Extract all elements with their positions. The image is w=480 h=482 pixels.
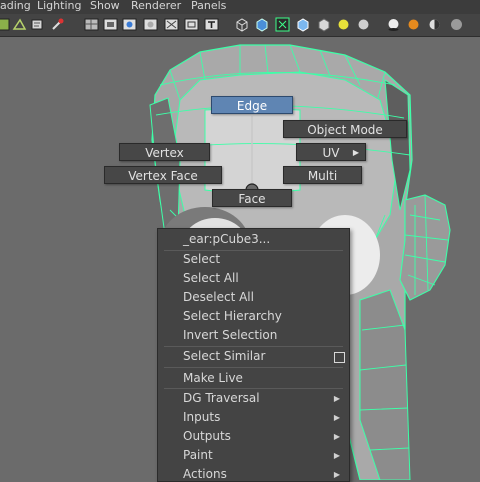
isolate-icon[interactable] <box>275 17 290 32</box>
menu-item-dg-traversal[interactable]: DG Traversal <box>183 391 260 406</box>
marking-object-mode[interactable]: Object Mode <box>283 120 407 138</box>
menu-item-select-hierarchy[interactable]: Select Hierarchy <box>183 309 282 324</box>
3d-viewport[interactable]: Edge Object Mode Vertex UV ▶ Vertex Face… <box>0 37 480 482</box>
menu-show[interactable]: Show <box>90 0 120 12</box>
context-menu: _ear:pCube3... Select Select All Deselec… <box>157 228 350 482</box>
menu-item-select-all[interactable]: Select All <box>183 271 239 286</box>
menu-lighting[interactable]: Lighting <box>37 0 81 12</box>
menu-renderer[interactable]: Renderer <box>131 0 181 12</box>
menu-item-invert-selection[interactable]: Invert Selection <box>183 328 277 343</box>
gray-sphere-icon[interactable] <box>427 17 442 32</box>
orange-sphere-icon[interactable] <box>386 17 401 32</box>
submenu-arrow-icon: ▶ <box>333 432 340 441</box>
marking-vertex-face[interactable]: Vertex Face <box>104 166 222 184</box>
contrast-icon[interactable] <box>406 17 421 32</box>
menu-item-inputs[interactable]: Inputs <box>183 410 220 425</box>
cube-shaded-icon[interactable] <box>254 17 269 32</box>
lasso-icon[interactable] <box>30 17 45 32</box>
frame-icon[interactable] <box>184 17 199 32</box>
sphere-gray-icon[interactable] <box>449 17 464 32</box>
option-box-icon[interactable] <box>334 352 345 363</box>
select-vertex-icon[interactable] <box>12 17 27 32</box>
menu-header: _ear:pCube3... <box>183 232 271 246</box>
marking-uv[interactable]: UV ▶ <box>296 143 366 161</box>
wireframe-icon[interactable] <box>84 17 99 32</box>
menu-bar: ading Lighting Show Renderer Panels <box>0 0 480 14</box>
menu-item-paint[interactable]: Paint <box>183 448 213 463</box>
menu-item-select-similar[interactable]: Select Similar <box>183 349 265 364</box>
submenu-arrow-icon: ▶ <box>333 451 340 460</box>
menu-shading[interactable]: ading <box>0 0 31 12</box>
menu-divider <box>164 367 343 368</box>
marking-face[interactable]: Face <box>212 189 292 207</box>
film-gate-icon[interactable] <box>103 17 118 32</box>
submenu-arrow-icon: ▶ <box>333 394 340 403</box>
paint-icon[interactable] <box>50 17 65 32</box>
menu-panels[interactable]: Panels <box>191 0 226 12</box>
menu-divider <box>164 388 343 389</box>
submenu-arrow-icon: ▶ <box>333 413 340 422</box>
cube-wire-icon[interactable] <box>234 17 249 32</box>
camera-icon[interactable] <box>122 17 137 32</box>
marking-vertex[interactable]: Vertex <box>119 143 210 161</box>
grid-icon[interactable] <box>0 17 11 32</box>
cube-textured-icon[interactable] <box>295 17 310 32</box>
menu-item-select[interactable]: Select <box>183 252 220 267</box>
shadow-icon[interactable] <box>356 17 371 32</box>
light-icon[interactable] <box>316 17 331 32</box>
marking-uv-label: UV <box>322 146 340 160</box>
marking-edge[interactable]: Edge <box>211 96 293 114</box>
menu-item-make-live[interactable]: Make Live <box>183 371 243 386</box>
text-icon[interactable] <box>204 17 219 32</box>
menu-divider <box>164 250 343 251</box>
sphere-icon[interactable] <box>143 17 158 32</box>
menu-item-deselect-all[interactable]: Deselect All <box>183 290 254 305</box>
menu-divider <box>164 346 343 347</box>
marking-multi[interactable]: Multi <box>283 166 362 184</box>
menu-item-outputs[interactable]: Outputs <box>183 429 231 444</box>
submenu-arrow-icon: ▶ <box>352 148 359 157</box>
sphere-lit-icon[interactable] <box>336 17 351 32</box>
viewport-toolbar <box>0 14 480 37</box>
xray-icon[interactable] <box>164 17 179 32</box>
